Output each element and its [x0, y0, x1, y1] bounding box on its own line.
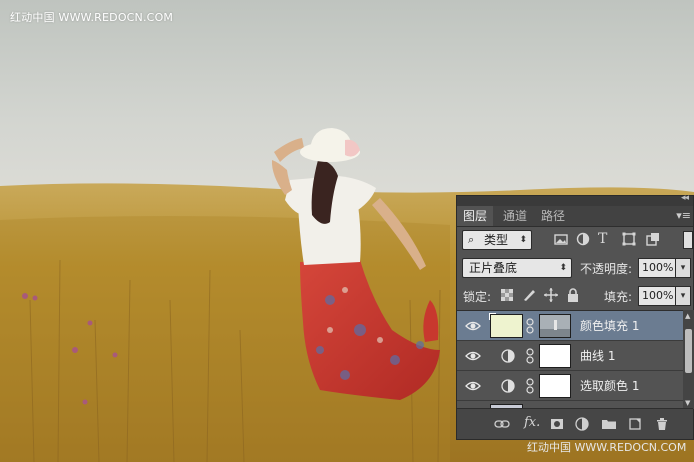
lock-transparent-pixels-icon[interactable]	[499, 287, 515, 303]
filter-kind-label: 类型	[484, 233, 509, 247]
layer-row-selective-color[interactable]: 选取颜色 1	[457, 371, 683, 401]
new-group-icon[interactable]	[601, 416, 617, 432]
chevron-updown-icon: ⬍	[519, 235, 527, 245]
layers-list: 颜色填充 1 曲线 1 选取颜色 1	[457, 310, 683, 410]
selective-color-adjustment-icon	[501, 379, 515, 393]
curves-adjustment-icon	[501, 349, 515, 363]
filter-row: ⌕ 类型 ⬍ T	[457, 230, 693, 252]
image-filter-icon[interactable]	[553, 231, 569, 247]
blend-row: 正片叠底 ⬍ 不透明度: 100% ▾	[457, 258, 693, 280]
tab-layers[interactable]: 图层	[457, 206, 494, 226]
lock-position-icon[interactable]	[543, 287, 559, 303]
visibility-eye-icon[interactable]	[465, 349, 481, 363]
layers-panel: ◂◂ 图层 通道 路径 ▾≡ ⌕ 类型 ⬍ T 正片叠底 ⬍ 不透明度: 100…	[456, 193, 694, 440]
layer-name[interactable]: 曲线 1	[580, 341, 615, 371]
color-fill-swatch[interactable]	[489, 313, 523, 338]
link-chain-icon[interactable]	[526, 317, 534, 335]
visibility-eye-icon[interactable]	[465, 379, 481, 393]
smart-object-filter-icon[interactable]	[645, 231, 661, 247]
collapse-panel-icon[interactable]: ◂◂	[681, 193, 689, 203]
blend-mode-value: 正片叠底	[469, 261, 518, 275]
panel-titlebar[interactable]: ◂◂	[457, 193, 693, 206]
new-layer-icon[interactable]	[627, 416, 643, 432]
selection-corner	[489, 313, 496, 320]
link-layers-icon[interactable]	[494, 416, 510, 432]
new-adjustment-icon[interactable]	[574, 416, 590, 432]
layer-row-curves[interactable]: 曲线 1	[457, 341, 683, 371]
opacity-label: 不透明度:	[580, 262, 633, 276]
layer-row-color-fill[interactable]: 颜色填充 1	[457, 311, 683, 341]
lock-all-icon[interactable]	[565, 287, 581, 303]
lock-row: 锁定: 填充: 100% ▾	[457, 286, 693, 308]
layer-mask-thumbnail[interactable]	[539, 374, 571, 398]
link-chain-icon[interactable]	[526, 347, 534, 365]
layer-mask-thumbnail[interactable]	[539, 344, 571, 368]
layer-name[interactable]: 选取颜色 1	[580, 371, 639, 401]
search-icon: ⌕	[468, 233, 475, 246]
filter-kind-select[interactable]: ⌕ 类型 ⬍	[462, 230, 532, 250]
delete-layer-icon[interactable]	[654, 416, 670, 432]
type-filter-icon[interactable]: T	[598, 231, 614, 247]
layers-scrollbar[interactable]: ▲ ▼	[683, 310, 694, 409]
opacity-dropdown-icon[interactable]: ▾	[675, 258, 691, 278]
visibility-eye-icon[interactable]	[465, 319, 481, 333]
lock-label: 锁定:	[463, 290, 492, 304]
blend-mode-select[interactable]: 正片叠底 ⬍	[462, 258, 572, 278]
watermark-bottom: 红动中国 WWW.REDOCN.COM	[527, 441, 687, 454]
add-mask-icon[interactable]	[549, 416, 565, 432]
chevron-updown-icon: ⬍	[559, 263, 567, 273]
tab-paths[interactable]: 路径	[535, 206, 571, 226]
layer-name[interactable]: 颜色填充 1	[580, 311, 639, 341]
lock-image-pixels-icon[interactable]	[521, 287, 537, 303]
scrollbar-thumb[interactable]	[685, 329, 692, 373]
scroll-up-icon[interactable]: ▲	[685, 312, 690, 320]
shape-filter-icon[interactable]	[621, 231, 637, 247]
filter-toggle-switch[interactable]	[683, 231, 693, 249]
fx-icon[interactable]: fx.	[524, 415, 540, 430]
layers-bottom-toolbar: fx.	[457, 408, 693, 439]
fill-dropdown-icon[interactable]: ▾	[675, 286, 691, 306]
panel-menu-icon[interactable]: ▾≡	[676, 209, 691, 222]
opacity-input[interactable]: 100%	[638, 258, 676, 278]
fill-input[interactable]: 100%	[638, 286, 676, 306]
fill-label: 填充:	[604, 290, 633, 304]
watermark-top: 红动中国 WWW.REDOCN.COM	[10, 11, 174, 24]
link-chain-icon[interactable]	[526, 377, 534, 395]
adjustment-filter-icon[interactable]	[575, 231, 591, 247]
layer-mask-thumbnail[interactable]	[539, 314, 571, 338]
panel-tabs: 图层 通道 路径 ▾≡	[457, 206, 693, 227]
tab-channels[interactable]: 通道	[497, 206, 533, 226]
scroll-down-icon[interactable]: ▼	[685, 399, 690, 407]
